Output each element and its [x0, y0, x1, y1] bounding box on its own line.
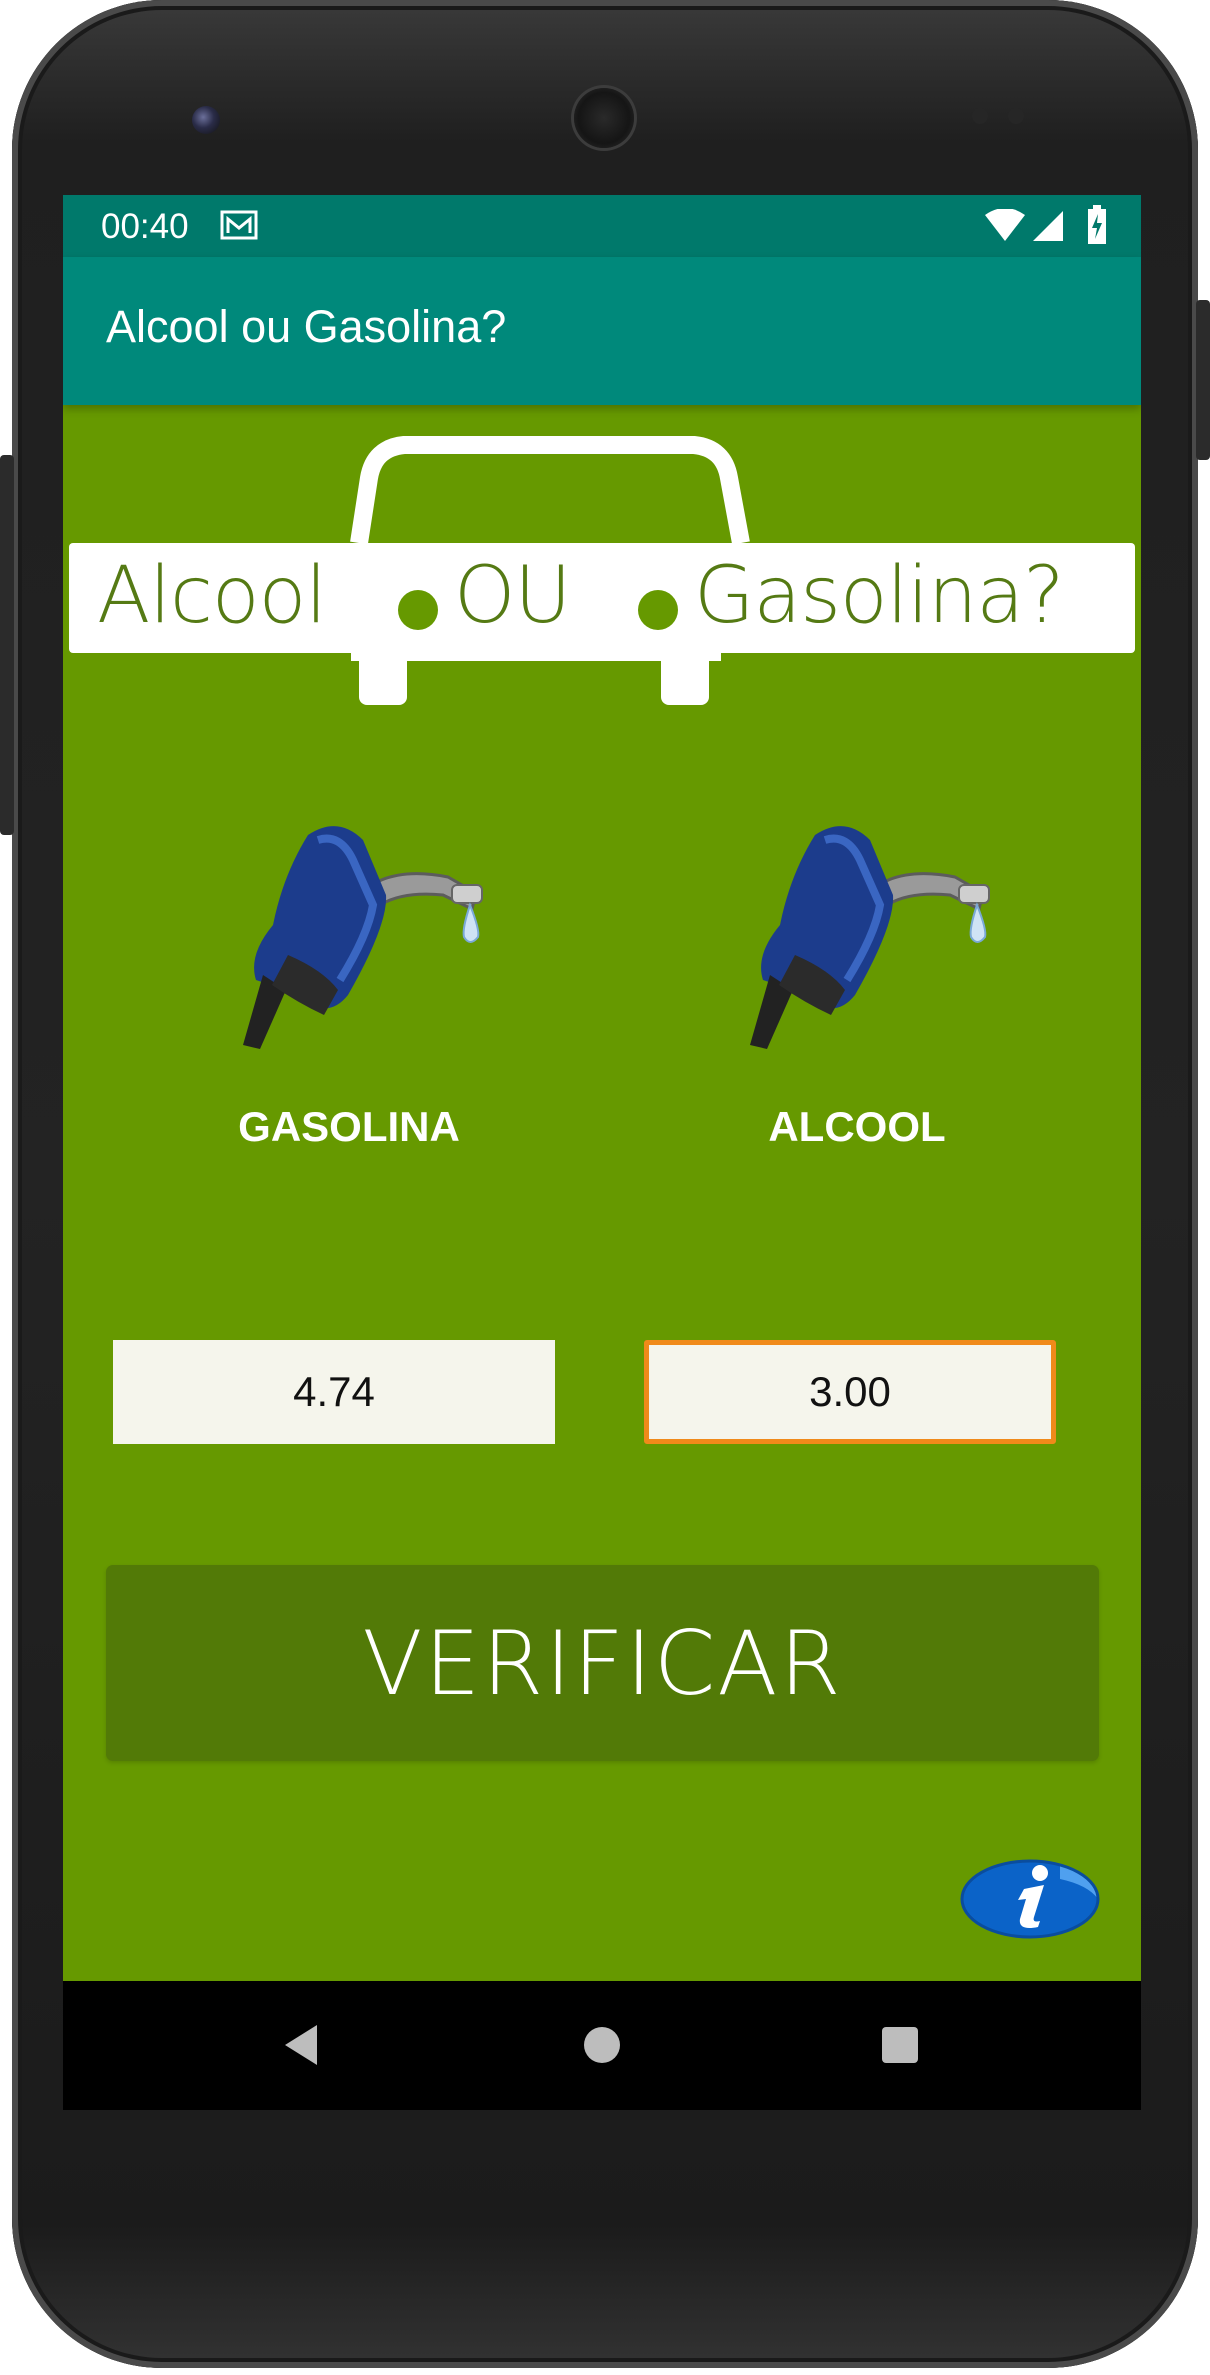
app-logo: Alcool OU Gasolina?: [69, 423, 1135, 713]
status-time: 00:40: [101, 207, 189, 246]
device-frame: 00:40 Alcool ou Gasolina? Alcool OU Gaso…: [0, 0, 1210, 2375]
app-title: Alcool ou Gasolina?: [106, 301, 507, 352]
verify-button[interactable]: VERIFICAR: [106, 1565, 1099, 1761]
mail-icon: [220, 210, 258, 240]
back-icon[interactable]: [281, 2023, 321, 2067]
logo-word-alcool: Alcool: [97, 551, 327, 641]
light-sensor: [1008, 108, 1024, 124]
signal-icon: [1033, 211, 1063, 241]
earpiece-speaker: [574, 88, 634, 148]
navigation-bar: [63, 1981, 1141, 2110]
recents-icon[interactable]: [881, 2026, 919, 2064]
proximity-sensor: [972, 108, 988, 124]
app-bar: Alcool ou Gasolina?: [63, 257, 1141, 405]
fuel-pump-icon: [243, 826, 483, 1049]
gasoline-label: GASOLINA: [238, 1103, 460, 1150]
logo-word-ou: OU: [454, 551, 571, 641]
alcohol-label: ALCOOL: [768, 1103, 946, 1150]
app-screen: 00:40 Alcool ou Gasolina? Alcool OU Gaso…: [63, 195, 1141, 2110]
logo-dot: [398, 590, 438, 630]
battery-charging-icon: [1088, 205, 1106, 244]
gasoline-price-input[interactable]: [113, 1340, 555, 1444]
power-button: [1196, 300, 1210, 460]
verify-button-label: VERIFICAR: [362, 1611, 843, 1715]
logo-word-gasolina: Gasolina?: [694, 551, 1065, 641]
info-icon[interactable]: [960, 1855, 1100, 1939]
status-bar: 00:40: [63, 195, 1141, 257]
logo-dot: [638, 590, 678, 630]
fuel-pump-icon: [750, 826, 990, 1049]
alcohol-price-input[interactable]: [644, 1340, 1056, 1444]
home-icon[interactable]: [582, 2025, 622, 2065]
volume-button: [0, 455, 14, 835]
front-camera: [192, 106, 220, 134]
wifi-icon: [985, 209, 1025, 241]
